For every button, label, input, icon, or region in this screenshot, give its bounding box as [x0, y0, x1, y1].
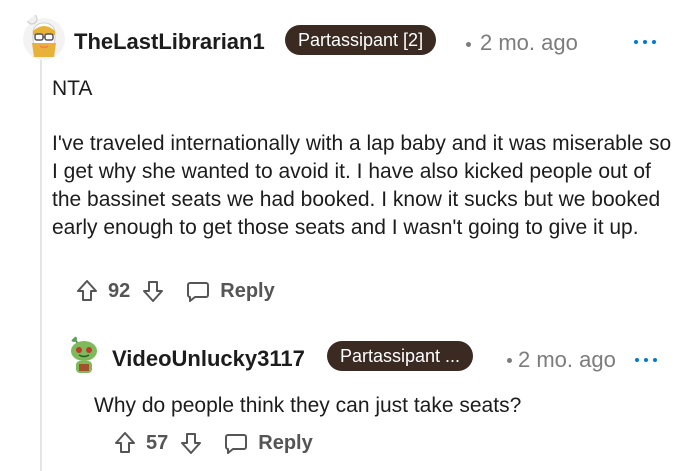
upvote-arrow-icon[interactable]: [114, 431, 136, 455]
reply-actions: 57 Reply: [114, 431, 313, 455]
comment-actions: 92 Reply: [76, 279, 275, 303]
avatar-image: [23, 13, 65, 60]
reply-label: Reply: [220, 279, 275, 302]
speech-bubble-icon: [224, 431, 248, 455]
vote-score: 92: [108, 279, 131, 302]
comment-username[interactable]: TheLastLibrarian1: [74, 29, 265, 55]
reply-user-flair: Partassipant ...: [327, 341, 474, 371]
upvote-arrow-icon[interactable]: [76, 279, 98, 303]
reply-button[interactable]: Reply: [186, 279, 275, 303]
reply-username[interactable]: VideoUnlucky3117: [112, 346, 305, 372]
thread-line[interactable]: [40, 60, 42, 471]
comment-timestamp[interactable]: 2 mo. ago: [480, 30, 578, 56]
downvote-arrow-icon[interactable]: [142, 279, 164, 303]
user-flair: Partassipant [2]: [285, 25, 437, 55]
comment-body: I've traveled internationally with a lap…: [52, 132, 672, 239]
user-avatar[interactable]: [22, 13, 66, 61]
reply-vote-score: 57: [146, 431, 169, 454]
reply-user-avatar[interactable]: [66, 334, 102, 378]
comment-verdict: NTA: [52, 77, 93, 100]
meta-separator: [466, 42, 471, 47]
reply-reply-button[interactable]: Reply: [224, 431, 313, 455]
reply-body: Why do people think they can just take s…: [94, 394, 522, 417]
downvote-arrow-icon[interactable]: [180, 431, 202, 455]
reply-timestamp[interactable]: 2 mo. ago: [518, 347, 616, 373]
reply-label: Reply: [258, 431, 313, 454]
reply-more-options-icon[interactable]: [635, 356, 659, 364]
reply-meta-separator: [507, 358, 512, 363]
more-options-icon[interactable]: [634, 38, 658, 46]
speech-bubble-icon: [186, 279, 210, 303]
reply-avatar-image: [71, 336, 97, 373]
